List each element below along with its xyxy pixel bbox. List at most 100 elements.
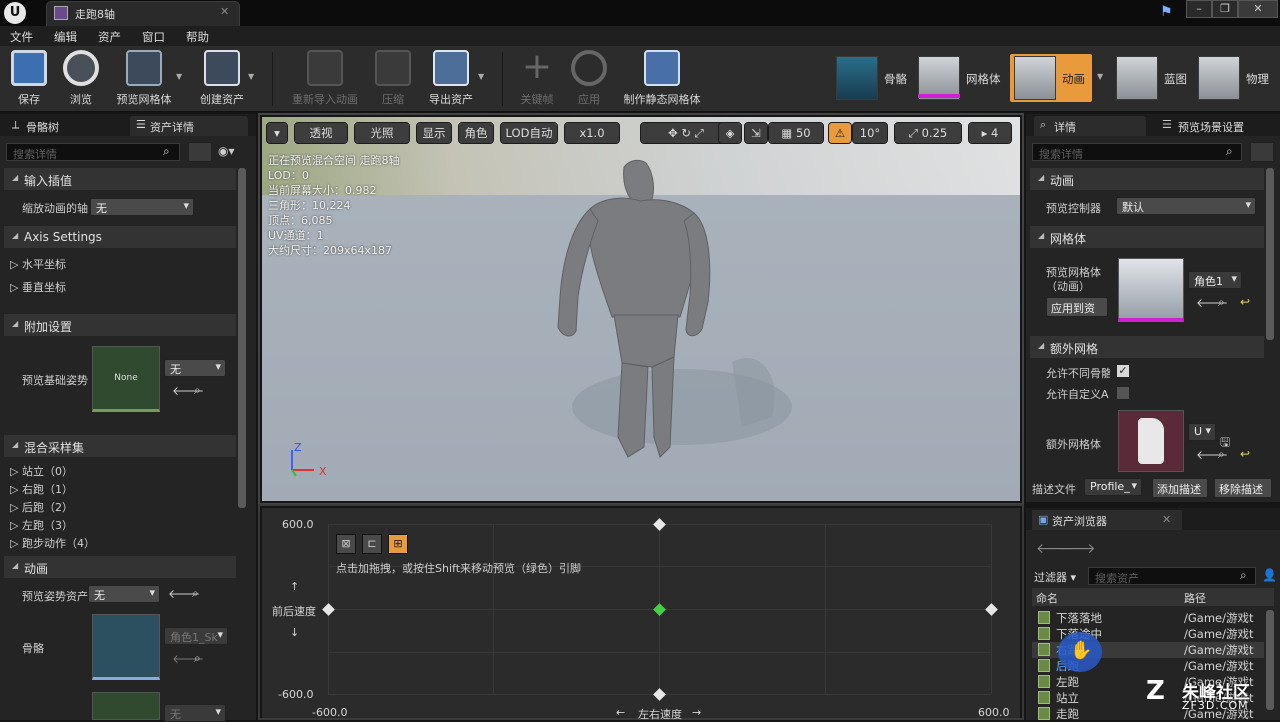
right-scrollbar[interactable] xyxy=(1266,168,1274,340)
bottom-dropdown[interactable]: 无 xyxy=(164,704,226,722)
profile-dropdown[interactable]: Profile_ xyxy=(1084,478,1142,496)
column-name[interactable]: 命名 xyxy=(1036,590,1058,606)
viewport-menu-button[interactable]: ▾ xyxy=(266,122,288,144)
mode-physics[interactable]: 物理 xyxy=(1246,71,1269,87)
character-button[interactable]: 角色 xyxy=(458,122,494,144)
browse-magnifier-icon[interactable]: ⌕ xyxy=(1218,447,1225,462)
sample-row[interactable]: ▷ 左跑（3） xyxy=(10,517,73,533)
section-extra-mesh[interactable]: ◢ 额外网格 xyxy=(1030,336,1264,358)
tab-asset-browser[interactable]: 资产浏览器 xyxy=(1032,510,1182,530)
scale-snap-button[interactable]: ⤢ 0.25 xyxy=(894,122,962,144)
show-button[interactable]: 显示 xyxy=(416,122,452,144)
remove-profile-button[interactable]: 移除描述 xyxy=(1214,478,1272,498)
mode-skeleton[interactable]: 骨骼 xyxy=(884,71,907,87)
lod-button[interactable]: LOD自动 xyxy=(500,122,558,144)
add-profile-button[interactable]: 添加描述 xyxy=(1152,478,1208,498)
asset-list-scrollbar[interactable] xyxy=(1266,610,1274,710)
allow-custom-checkbox[interactable] xyxy=(1116,386,1130,400)
tab-details[interactable]: 详情 xyxy=(1034,116,1146,136)
edit-mode-icon[interactable]: ⊠ xyxy=(336,534,356,554)
grid-view-icon[interactable] xyxy=(1250,142,1274,162)
asset-row-name[interactable]: 站立 xyxy=(1056,690,1079,706)
reimport-animation-button[interactable]: 重新导入动画 xyxy=(286,50,364,108)
camera-speed-button[interactable]: ▸ 4 xyxy=(968,122,1012,144)
save-button[interactable]: 保存 xyxy=(8,50,50,108)
menu-asset[interactable]: 资产 xyxy=(98,29,121,45)
mode-mesh[interactable]: 网格体 xyxy=(966,71,1001,87)
section-mesh[interactable]: ◢ 网格体 xyxy=(1030,226,1264,248)
right-search-input[interactable]: 搜索详情 xyxy=(1032,143,1242,161)
extra-mesh-dropdown[interactable]: U xyxy=(1188,423,1216,441)
sample-row[interactable]: ▷ 跑步动作（4） xyxy=(10,535,95,551)
left-scrollbar[interactable] xyxy=(238,168,246,508)
sample-row[interactable]: ▷ 右跑（1） xyxy=(10,481,73,497)
menu-file[interactable]: 文件 xyxy=(10,29,33,45)
grid-view-icon[interactable] xyxy=(188,142,212,162)
export-asset-button[interactable]: 导出资产 xyxy=(424,50,478,108)
mesh-thumbnail[interactable] xyxy=(1118,258,1184,322)
sample-row[interactable]: ▷ 站立（0） xyxy=(10,463,73,479)
forward-arrow-icon[interactable]: 🡒 xyxy=(1058,540,1096,557)
section-animation-left[interactable]: ◢ 动画 xyxy=(4,556,236,578)
vertical-axis-row[interactable]: ▷ 垂直坐标 xyxy=(10,279,66,295)
scale-axis-dropdown[interactable]: 无 xyxy=(90,198,194,216)
animation-mode-dropdown-icon[interactable]: ▼ xyxy=(1097,72,1103,81)
section-input-interp[interactable]: ◢ 输入插值 xyxy=(4,168,236,190)
lit-mode-button[interactable]: 光照 xyxy=(354,122,410,144)
left-search-input[interactable]: 搜索详情 xyxy=(6,143,180,161)
mode-blueprint[interactable]: 蓝图 xyxy=(1164,71,1187,87)
world-local-icon[interactable]: ◈ xyxy=(718,122,742,144)
perspective-button[interactable]: 透视 xyxy=(294,122,348,144)
section-axis-settings[interactable]: ◢ Axis Settings xyxy=(4,226,236,248)
menu-edit[interactable]: 编辑 xyxy=(54,29,77,45)
keyframe-button[interactable]: + 关键帧 xyxy=(514,49,560,108)
playback-speed-button[interactable]: x1.0 xyxy=(564,122,620,144)
column-path[interactable]: 路径 xyxy=(1184,590,1206,606)
close-button[interactable]: ✕ xyxy=(1238,0,1278,18)
asset-row-name[interactable]: 下落落地 xyxy=(1056,610,1102,626)
tab-asset-details[interactable]: 资产详情 xyxy=(130,116,248,136)
mode-animation[interactable]: 动画 xyxy=(1062,71,1085,87)
section-animation-right[interactable]: ◢ 动画 xyxy=(1030,168,1264,190)
create-asset-dropdown-icon[interactable]: ▼ xyxy=(248,72,254,81)
preview-mesh-dropdown-icon[interactable]: ▼ xyxy=(176,72,182,81)
user-icon[interactable]: 👤 xyxy=(1262,568,1277,582)
rotation-snap-icon[interactable]: ⚠ xyxy=(828,122,852,144)
apply-button[interactable]: 应用 xyxy=(568,50,610,108)
compress-button[interactable]: 压缩 xyxy=(370,50,416,108)
restore-button[interactable]: ❐ xyxy=(1212,0,1238,18)
mode-animation-thumbnail[interactable] xyxy=(1014,56,1056,100)
preview-pose-asset-dropdown[interactable]: 无 xyxy=(88,585,160,603)
menu-help[interactable]: 帮助 xyxy=(186,29,209,45)
preview-controller-dropdown[interactable]: 默认 xyxy=(1116,197,1256,215)
eye-icon[interactable]: ◉▾ xyxy=(218,144,235,158)
horizontal-axis-row[interactable]: ▷ 水平坐标 xyxy=(10,256,66,272)
section-additive[interactable]: ◢ 附加设置 xyxy=(4,314,236,336)
menu-window[interactable]: 窗口 xyxy=(142,29,165,45)
extra-thumbnail[interactable] xyxy=(92,692,160,720)
browse-magnifier-icon[interactable]: ⌕ xyxy=(194,651,201,666)
browse-magnifier-icon[interactable]: ⌕ xyxy=(1218,295,1225,310)
grid-snap-button[interactable]: ▦ 50 xyxy=(768,122,824,144)
base-pose-dropdown[interactable]: 无 xyxy=(164,359,226,377)
mesh-dropdown[interactable]: 角色1 xyxy=(1188,271,1242,289)
source-control-icon[interactable]: ⚑ xyxy=(1160,4,1176,20)
tab-skeleton-tree[interactable]: 骨骼树 xyxy=(6,116,124,136)
triangulation-icon[interactable]: ⊏ xyxy=(362,534,382,554)
mode-skeleton-thumbnail[interactable] xyxy=(836,56,878,100)
browse-magnifier-icon[interactable]: ⌕ xyxy=(192,586,199,601)
fit-view-icon[interactable]: ⊞ xyxy=(388,534,408,554)
tab-close-icon[interactable]: ✕ xyxy=(1162,513,1171,526)
tab-close-icon[interactable]: ✕ xyxy=(220,5,229,18)
browse-button[interactable]: 浏览 xyxy=(60,50,102,108)
document-tab[interactable]: 走跑8轴 xyxy=(46,1,240,26)
asset-row-name[interactable]: 左跑 xyxy=(1056,674,1079,690)
asset-search-input[interactable]: 搜索资产 xyxy=(1088,567,1256,585)
rotation-snap-value[interactable]: 10° xyxy=(852,122,888,144)
minimize-button[interactable]: – xyxy=(1186,0,1212,18)
export-dropdown-icon[interactable]: ▼ xyxy=(478,72,484,81)
skeleton-dropdown[interactable]: 角色1_Sk xyxy=(164,627,228,645)
mode-physics-thumbnail[interactable] xyxy=(1198,56,1240,100)
apply-to-asset-button[interactable]: 应用到资 xyxy=(1046,297,1108,317)
make-static-mesh-button[interactable]: 制作静态网格体 xyxy=(618,50,706,108)
